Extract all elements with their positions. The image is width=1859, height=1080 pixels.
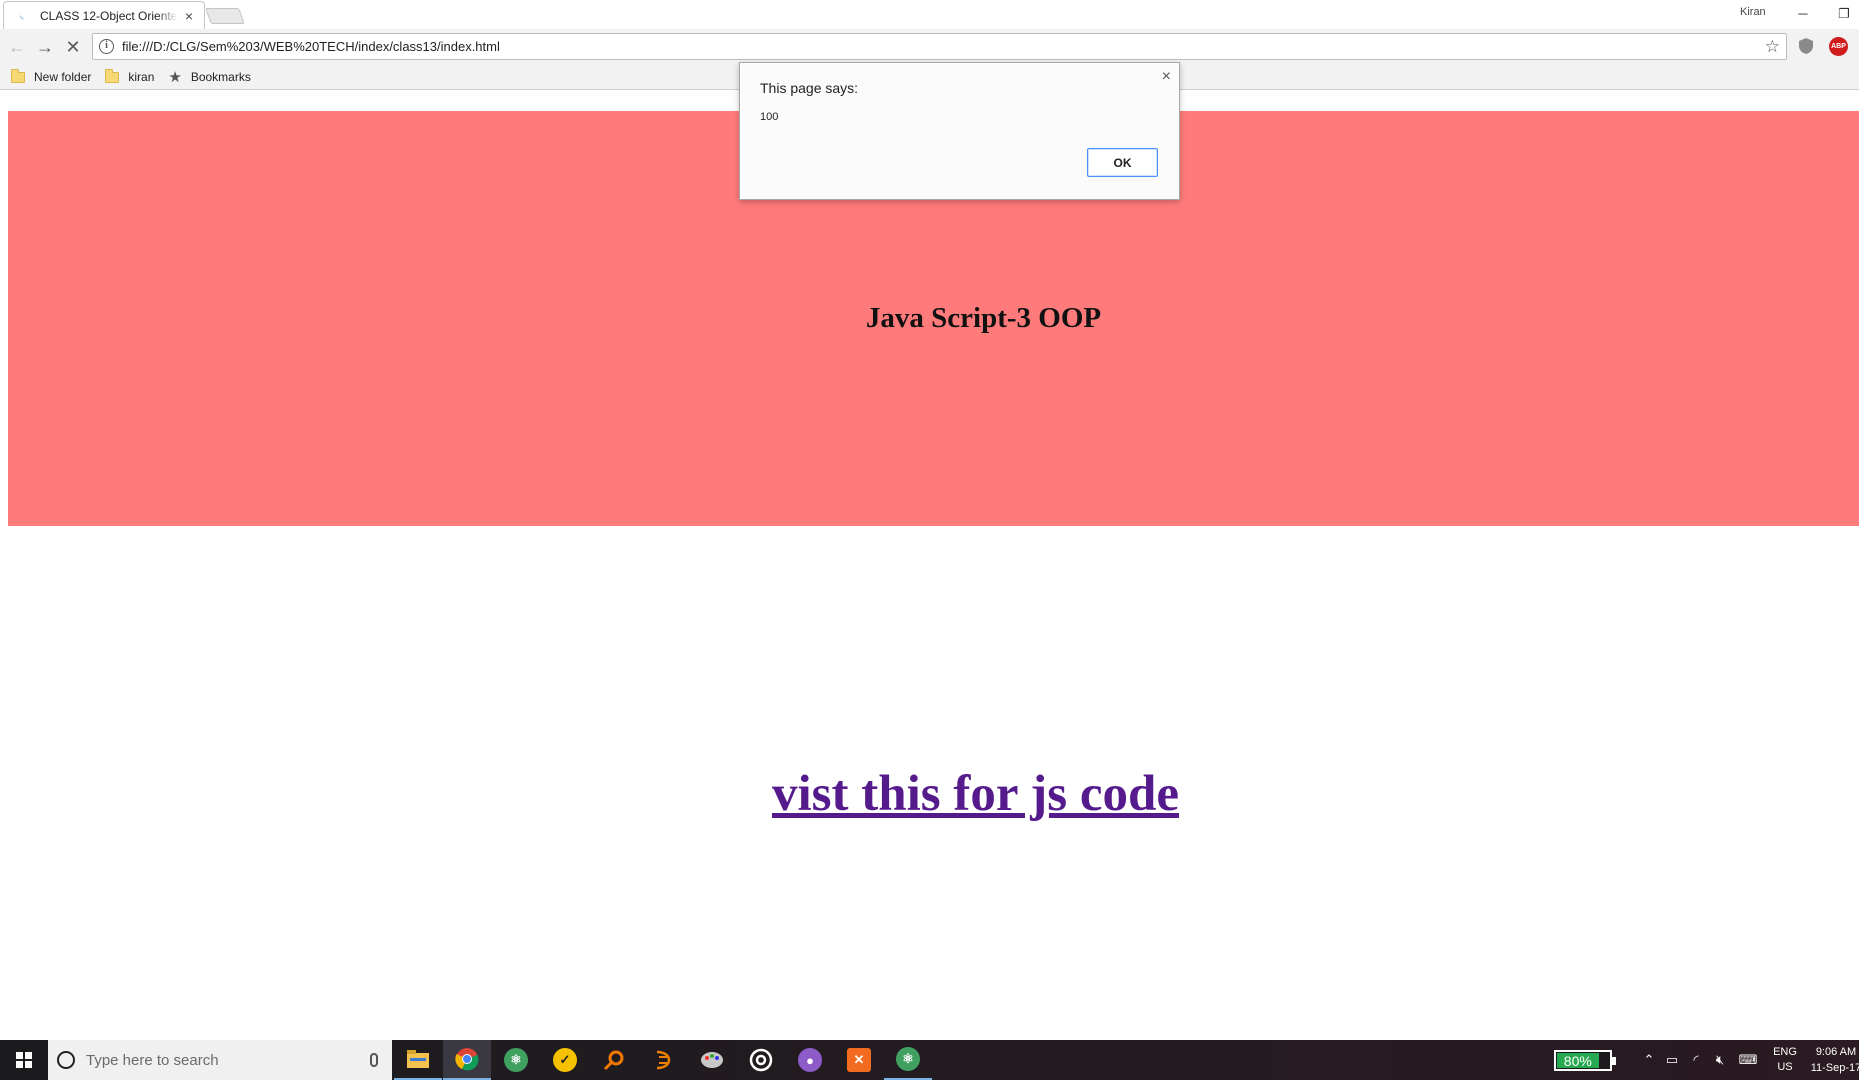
new-tab-button[interactable]: [205, 8, 245, 24]
address-bar[interactable]: i file:///D:/CLG/Sem%203/WEB%20TECH/inde…: [92, 33, 1787, 60]
js-code-link[interactable]: vist this for js code: [772, 766, 1179, 822]
page-content: Java Script-3 OOP vist this for js code: [0, 91, 1859, 1039]
bookmark-label: Bookmarks: [190, 70, 251, 84]
atom-icon-2[interactable]: ⚛: [884, 1040, 932, 1080]
microphone-icon[interactable]: [370, 1053, 378, 1067]
wifi-icon[interactable]: ◜: [1686, 1040, 1706, 1080]
windows-logo-icon: [16, 1052, 32, 1068]
info-icon[interactable]: i: [99, 39, 114, 54]
clock-time: 9:06 AM: [1815, 1046, 1857, 1058]
dialog-heading: This page says:: [760, 80, 859, 96]
bookmark-new-folder[interactable]: New folder: [11, 68, 92, 84]
search-app-icon[interactable]: [590, 1040, 638, 1080]
alert-dialog: × This page says: 100 OK: [739, 62, 1180, 200]
star-icon: ★: [168, 69, 182, 86]
norton-icon[interactable]: ✓: [541, 1040, 589, 1080]
loading-favicon-icon: ◟: [20, 10, 24, 20]
forward-arrow-icon[interactable]: →: [33, 35, 57, 59]
back-arrow-icon[interactable]: ←: [5, 35, 29, 59]
battery-indicator[interactable]: 80%: [1554, 1050, 1616, 1071]
bookmark-star-icon[interactable]: ☆: [1765, 37, 1780, 57]
folder-icon: [105, 68, 120, 83]
xampp-icon[interactable]: ✕: [835, 1040, 883, 1080]
battery-cap: [1612, 1057, 1616, 1065]
dialog-close-icon[interactable]: ×: [1162, 68, 1171, 86]
page-heading: Java Script-3 OOP: [865, 302, 1102, 334]
start-button[interactable]: [0, 1040, 48, 1080]
language-indicator[interactable]: ENG US: [1770, 1045, 1800, 1075]
taskbar-search[interactable]: Type here to search: [48, 1040, 392, 1080]
power-icon[interactable]: ▭: [1662, 1040, 1682, 1080]
search-placeholder: Type here to search: [86, 1051, 219, 1069]
bookmark-bookmarks[interactable]: ★ Bookmarks: [168, 68, 250, 86]
profile-name[interactable]: Kiran: [1740, 6, 1766, 18]
folder-icon: [11, 68, 25, 83]
chrome-icon[interactable]: [443, 1040, 491, 1080]
region-code: US: [1777, 1061, 1793, 1073]
stop-icon[interactable]: ✕: [61, 35, 85, 59]
adblock-icon[interactable]: ABP: [1829, 37, 1848, 56]
dialog-message: 100: [760, 111, 779, 123]
bookmark-kiran[interactable]: kiran: [105, 68, 155, 84]
app-purple-icon[interactable]: ●: [786, 1040, 834, 1080]
shield-extension-icon[interactable]: [1798, 37, 1814, 55]
cortana-icon: [57, 1051, 75, 1069]
language-code: ENG: [1773, 1046, 1797, 1058]
show-hidden-icons-icon[interactable]: ⌃: [1640, 1040, 1658, 1080]
eclipse-icon[interactable]: [639, 1040, 687, 1080]
bookmark-label: kiran: [128, 70, 155, 84]
browser-tab[interactable]: ◟ CLASS 12-Object Oriente ×: [3, 1, 205, 29]
tab-close-icon[interactable]: ×: [182, 9, 196, 23]
battery-percent: 80%: [1557, 1053, 1599, 1069]
file-explorer-icon[interactable]: [394, 1040, 442, 1080]
ok-button[interactable]: OK: [1087, 148, 1158, 177]
url-text[interactable]: file:///D:/CLG/Sem%203/WEB%20TECH/index/…: [122, 39, 500, 54]
tab-strip: ◟ CLASS 12-Object Oriente × Kiran ─ ❐: [0, 0, 1859, 29]
atom-icon[interactable]: ⚛: [492, 1040, 540, 1080]
keyboard-icon[interactable]: ⌨: [1734, 1040, 1762, 1080]
clock-date: 11-Sep-17: [1810, 1062, 1859, 1074]
media-icon[interactable]: [737, 1040, 785, 1080]
tab-title: CLASS 12-Object Oriente: [40, 8, 178, 23]
link-container: vist this for js code: [0, 765, 1859, 823]
windows-taskbar: Type here to search ⚛ ✓ ● ✕ ⚛ 80% ⌃ ▭ ◜ …: [0, 1040, 1859, 1080]
bookmark-label: New folder: [34, 70, 92, 84]
minimize-button[interactable]: ─: [1788, 2, 1818, 26]
restore-button[interactable]: ❐: [1829, 2, 1859, 26]
browser-toolbar: ← → ✕ i file:///D:/CLG/Sem%203/WEB%20TEC…: [0, 29, 1859, 65]
clock[interactable]: 9:06 AM 11-Sep-17: [1806, 1044, 1859, 1076]
paint-icon[interactable]: [688, 1040, 736, 1080]
volume-muted-icon[interactable]: 🔇︎: [1710, 1040, 1730, 1080]
